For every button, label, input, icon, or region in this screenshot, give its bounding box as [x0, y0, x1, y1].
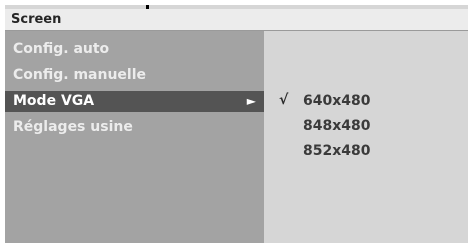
- osd-menu-window: Screen Config. auto Config. manuelle Mod…: [5, 5, 468, 243]
- window-title: Screen: [11, 12, 62, 27]
- menu-item-mode-vga[interactable]: Mode VGA ►: [5, 91, 264, 112]
- submenu-panel: √ 640x480 848x480 852x480: [265, 31, 468, 243]
- menu-item-label: Config. manuelle: [13, 67, 147, 83]
- submenu-arrow-icon: ►: [246, 94, 256, 108]
- menu-item-label: Mode VGA: [13, 93, 95, 109]
- option-640x480[interactable]: √ 640x480: [265, 91, 468, 112]
- option-label: 852x480: [303, 143, 371, 159]
- menu-item-config-auto[interactable]: Config. auto: [5, 39, 264, 60]
- title-bar: Screen: [5, 9, 468, 31]
- menu-item-reglages-usine[interactable]: Réglages usine: [5, 117, 264, 138]
- menu-item-label: Config. auto: [13, 41, 110, 57]
- menu-item-label: Réglages usine: [13, 119, 133, 135]
- menu-item-config-manuelle[interactable]: Config. manuelle: [5, 65, 264, 86]
- check-icon: √: [279, 92, 289, 108]
- option-852x480[interactable]: 852x480: [265, 141, 468, 162]
- option-848x480[interactable]: 848x480: [265, 116, 468, 137]
- main-menu: Config. auto Config. manuelle Mode VGA ►…: [5, 31, 264, 243]
- option-label: 848x480: [303, 118, 371, 134]
- option-label: 640x480: [303, 93, 371, 109]
